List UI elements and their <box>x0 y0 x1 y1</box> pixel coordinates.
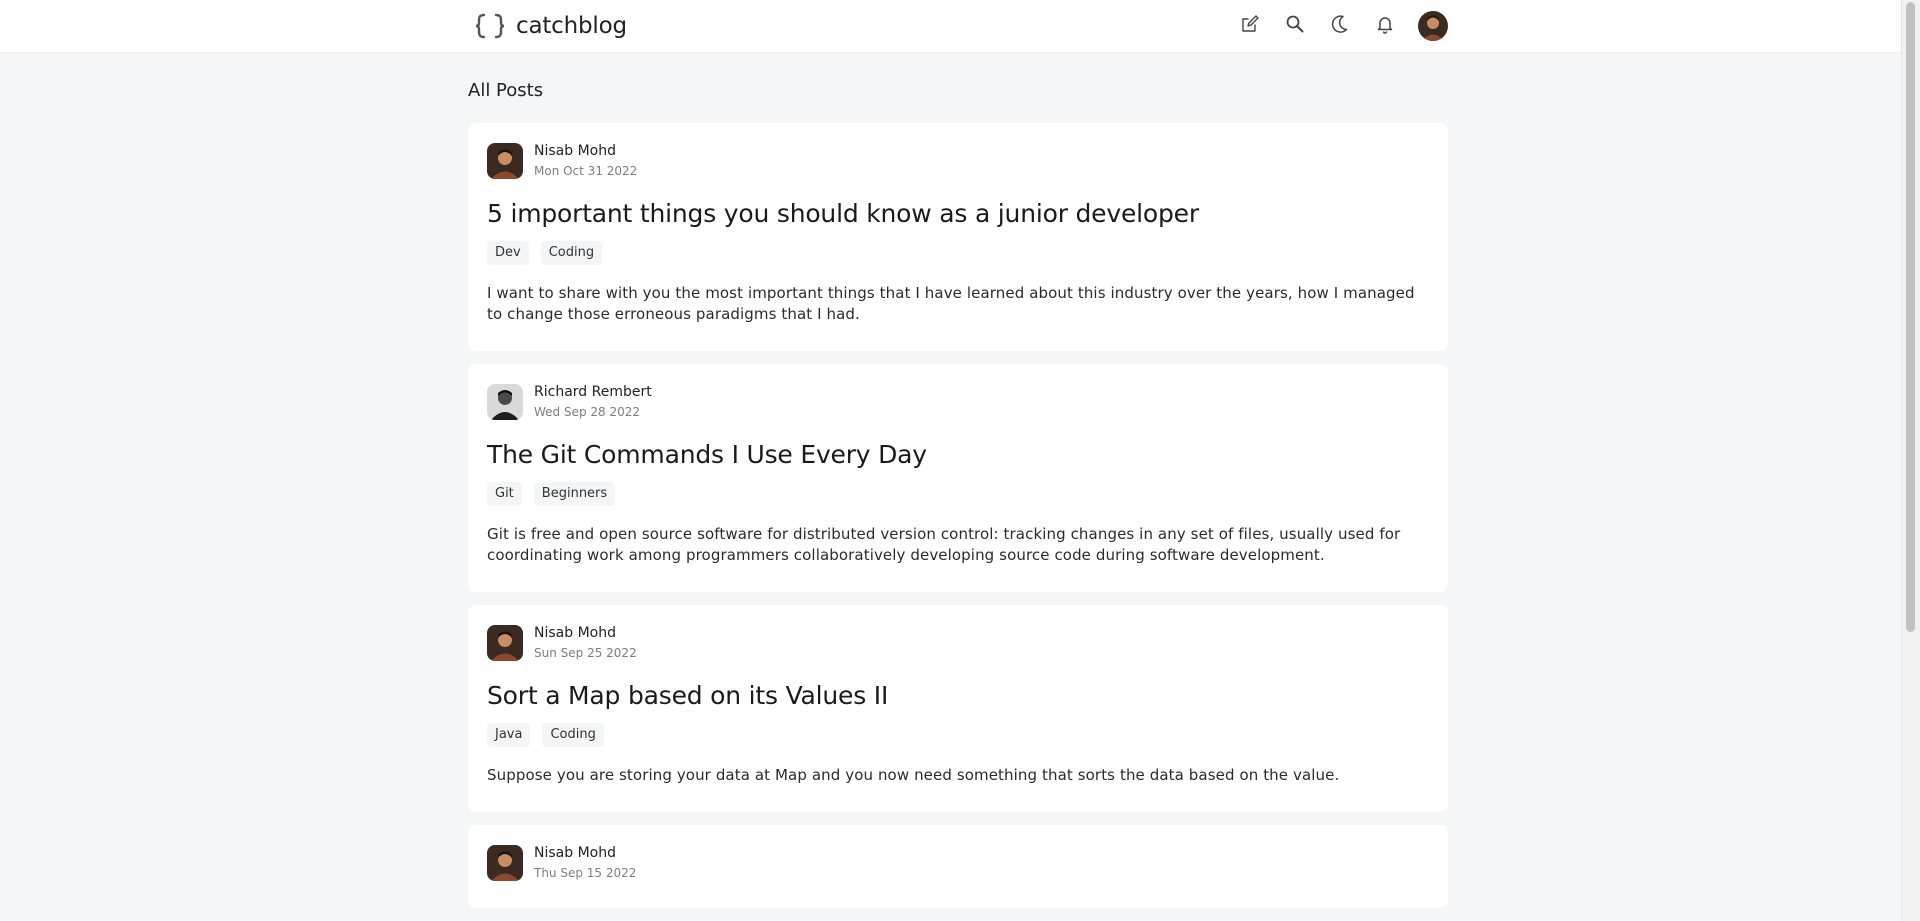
post-excerpt: I want to share with you the most import… <box>487 284 1415 323</box>
post-excerpt: Git is free and open source software for… <box>487 525 1401 564</box>
post-title[interactable]: Sort a Map based on its Values II <box>487 681 1429 711</box>
author-block: Richard Rembert Wed Sep 28 2022 <box>534 383 652 421</box>
tag-list: Dev Coding <box>487 241 1429 265</box>
post-date: Sun Sep 25 2022 <box>534 646 637 660</box>
main-content: All Posts Nisab Mohd Mon Oct 31 2022 5 i… <box>468 52 1448 920</box>
post-card[interactable]: Nisab Mohd Thu Sep 15 2022 <box>468 825 1448 908</box>
post-title[interactable]: 5 important things you should know as a … <box>487 199 1429 229</box>
author-name[interactable]: Nisab Mohd <box>534 624 637 642</box>
header-actions <box>1236 11 1448 41</box>
author-name[interactable]: Richard Rembert <box>534 383 652 401</box>
author-name[interactable]: Nisab Mohd <box>534 844 636 862</box>
bell-icon <box>1375 14 1395 38</box>
post-card[interactable]: Nisab Mohd Sun Sep 25 2022 Sort a Map ba… <box>468 605 1448 812</box>
author-block: Nisab Mohd Mon Oct 31 2022 <box>534 142 637 180</box>
tag[interactable]: Coding <box>542 723 604 747</box>
brand-name: catchblog <box>516 13 627 39</box>
search-icon <box>1285 14 1305 38</box>
edit-icon <box>1240 14 1260 38</box>
tag[interactable]: Dev <box>487 241 529 265</box>
post-header: Nisab Mohd Thu Sep 15 2022 <box>487 844 1429 882</box>
scrollbar-thumb[interactable] <box>1906 2 1915 632</box>
post-date: Thu Sep 15 2022 <box>534 866 637 880</box>
notifications-button[interactable] <box>1371 12 1399 40</box>
author-avatar[interactable] <box>487 845 523 881</box>
tag[interactable]: Java <box>487 723 531 747</box>
theme-toggle-button[interactable] <box>1326 12 1354 40</box>
post-date: Wed Sep 28 2022 <box>534 405 641 419</box>
post-header: Nisab Mohd Sun Sep 25 2022 <box>487 624 1429 662</box>
tag[interactable]: Git <box>487 482 522 506</box>
tag-list: Git Beginners <box>487 482 1429 506</box>
author-name[interactable]: Nisab Mohd <box>534 142 637 160</box>
page-title: All Posts <box>468 80 544 101</box>
post-header: Richard Rembert Wed Sep 28 2022 <box>487 383 1429 421</box>
tag[interactable]: Beginners <box>533 482 616 506</box>
tag-list: Java Coding <box>487 723 1429 747</box>
post-title[interactable]: The Git Commands I Use Every Day <box>487 440 1429 470</box>
author-avatar[interactable] <box>487 625 523 661</box>
author-block: Nisab Mohd Sun Sep 25 2022 <box>534 624 637 662</box>
new-post-button[interactable] <box>1236 12 1264 40</box>
post-header: Nisab Mohd Mon Oct 31 2022 <box>487 142 1429 180</box>
user-avatar[interactable] <box>1418 11 1448 41</box>
author-avatar[interactable] <box>487 143 523 179</box>
post-card[interactable]: Richard Rembert Wed Sep 28 2022 The Git … <box>468 364 1448 592</box>
post-excerpt: Suppose you are storing your data at Map… <box>487 766 1340 784</box>
author-avatar[interactable] <box>487 384 523 420</box>
tag[interactable]: Coding <box>540 241 603 265</box>
top-navbar: catchblog <box>0 0 1902 53</box>
search-button[interactable] <box>1281 12 1309 40</box>
brand-logo[interactable]: catchblog <box>474 12 627 40</box>
post-date: Mon Oct 31 2022 <box>534 164 638 178</box>
page-scrollbar[interactable] <box>1901 0 1920 921</box>
moon-icon <box>1330 14 1350 38</box>
author-block: Nisab Mohd Thu Sep 15 2022 <box>534 844 636 882</box>
braces-logo-icon <box>474 12 506 40</box>
post-card[interactable]: Nisab Mohd Mon Oct 31 2022 5 important t… <box>468 123 1448 351</box>
